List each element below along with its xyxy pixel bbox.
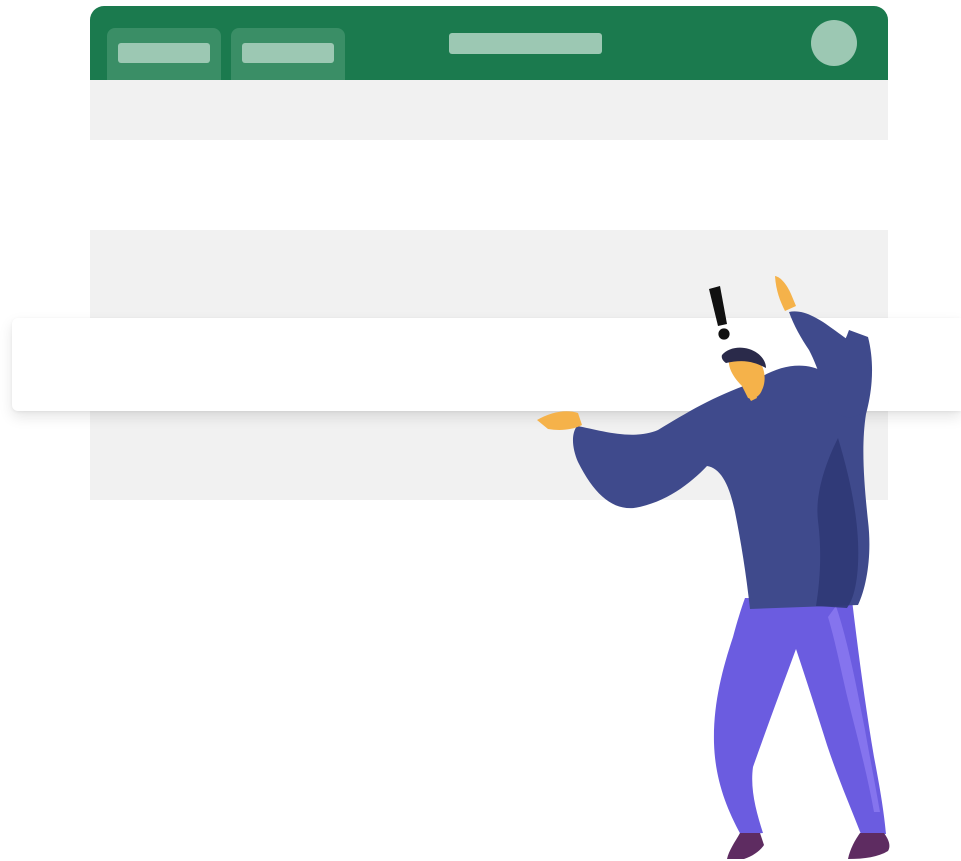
person-legs [713, 598, 890, 859]
illustration-stage [0, 0, 961, 861]
alert-exclamation-icon [709, 286, 730, 340]
person-illustration [537, 276, 890, 859]
